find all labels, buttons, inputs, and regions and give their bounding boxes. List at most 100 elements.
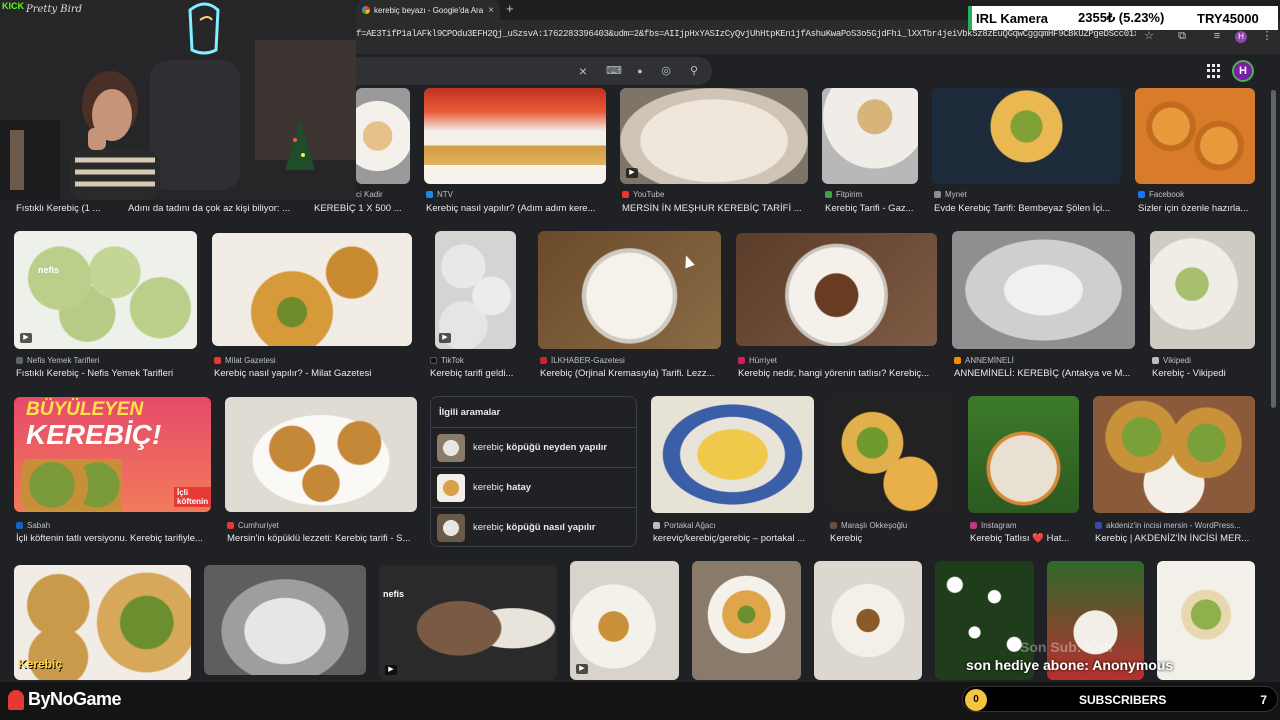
image-result[interactable]: ▶ — [570, 561, 679, 680]
wikipedia-favicon-icon — [1152, 357, 1159, 364]
source-favicon-icon — [16, 522, 23, 529]
source-favicon-icon — [934, 191, 941, 198]
result-source: ci Kadir — [356, 190, 383, 199]
source-favicon-icon — [214, 357, 221, 364]
banner-line2: KEREBİÇ! — [26, 419, 162, 450]
result-title[interactable]: Kerebiç — [830, 533, 955, 544]
result-source: Milat Gazetesi — [214, 356, 412, 365]
last-gift-sub-text: son hediye abone: Anonymous — [966, 657, 1174, 673]
search-icon[interactable]: ⚲ — [686, 63, 702, 79]
image-result[interactable] — [692, 561, 801, 680]
result-title[interactable]: Kerebiç nedir, hangi yörenin tatlısı? Ke… — [738, 368, 937, 379]
source-favicon-icon — [653, 522, 660, 529]
image-result[interactable] — [1150, 231, 1255, 349]
result-title[interactable]: İçli köftenin tatlı versiyonu. Kerebiç t… — [16, 533, 211, 544]
food-illustration — [22, 459, 122, 511]
sub-goal: 7 — [1260, 693, 1267, 707]
menu-dots-icon[interactable]: ⋮ — [1260, 29, 1274, 43]
image-result[interactable] — [968, 396, 1079, 513]
result-title[interactable]: Kerebiç Tatlısı ❤️ Hat... — [970, 533, 1079, 544]
related-search-label: kerebiç hatay — [473, 482, 532, 493]
video-play-icon: ▶ — [626, 168, 638, 178]
image-result[interactable] — [822, 88, 918, 184]
new-tab-button[interactable]: + — [506, 1, 514, 16]
result-source: Nefis Yemek Tarifleri — [16, 356, 197, 365]
result-title[interactable]: kereviç/kerebiç/gerebiç – portakal ... — [653, 533, 814, 544]
tab-active[interactable]: kerebiç beyazı - Google'da Ara × — [356, 0, 500, 20]
result-title[interactable]: Mersin'in köpüklü lezzeti: Kerebiç tarif… — [227, 533, 417, 544]
result-source: akdeniz'in incisi mersin - WordPress... — [1095, 521, 1255, 530]
result-title[interactable]: Adını da tadını da çok az kişi biliyor: … — [128, 203, 300, 214]
image-result[interactable] — [204, 565, 366, 675]
image-result[interactable] — [424, 88, 606, 184]
image-result[interactable] — [1135, 88, 1255, 184]
image-result[interactable] — [828, 396, 955, 513]
image-result[interactable]: nefis ▶ — [379, 565, 557, 680]
image-result[interactable] — [538, 231, 721, 349]
result-title[interactable]: Kerebiç | AKDENİZ'İN İNCİSİ MER... — [1095, 533, 1255, 544]
result-title[interactable]: Kerebiç Tarifi - Gaz... — [825, 203, 918, 214]
image-result[interactable] — [952, 231, 1135, 349]
image-result[interactable]: Kerebiç — [14, 565, 191, 680]
image-result[interactable]: ▶ — [620, 88, 808, 184]
extensions-icon[interactable]: ⧉ — [1175, 29, 1189, 43]
mic-icon[interactable]: ● — [632, 63, 648, 79]
image-result[interactable] — [1093, 396, 1255, 513]
keyboard-icon[interactable]: ⌨ — [606, 63, 622, 79]
image-result[interactable] — [225, 397, 417, 512]
reading-list-icon[interactable]: ≡ — [1210, 29, 1224, 43]
result-title[interactable]: Sizler için özenle hazırla... — [1138, 203, 1255, 214]
image-result[interactable] — [814, 561, 922, 680]
sub-label: SUBSCRIBERS — [1079, 693, 1167, 707]
result-title[interactable]: Kerebiç nasıl yapılır? - Milat Gazetesi — [214, 368, 412, 379]
wordpress-favicon-icon — [1095, 522, 1102, 529]
source-favicon-icon — [954, 357, 961, 364]
result-title[interactable]: Kerebiç - Vikipedi — [1152, 368, 1255, 379]
result-title[interactable]: Kerebiç (Orjinal Kremasıyla) Tarifi. Lez… — [540, 368, 721, 379]
related-search-item[interactable]: kerebiç köpüğü nasıl yapılır — [431, 507, 636, 547]
related-search-item[interactable]: kerebiç hatay — [431, 467, 636, 507]
result-source: Hürriyet — [738, 356, 937, 365]
result-title[interactable]: Fıstıklı Kerebiç - Nefis Yemek Tarifleri — [16, 368, 197, 379]
image-result[interactable]: BÜYÜLEYEN KEREBİÇ! İçli köftenin — [14, 397, 211, 512]
profile-avatar[interactable]: H — [1232, 60, 1254, 82]
lens-icon[interactable]: ◎ — [658, 63, 674, 79]
result-source: Mynet — [934, 190, 1121, 199]
image-result[interactable] — [212, 233, 412, 346]
address-bar-url[interactable]: f=AE3TifP1alAFkl9CPOdu3EFH2Qj_uSzsvA:176… — [356, 29, 1136, 45]
profile-avatar-small[interactable]: H — [1235, 31, 1247, 43]
result-title[interactable]: ANNEMİNELİ: KEREBİÇ (Antakya ve M... — [954, 368, 1135, 379]
related-search-item[interactable]: kerebiç köpüğü neyden yapılır — [431, 427, 636, 467]
source-favicon-icon — [227, 522, 234, 529]
page-scrollbar[interactable] — [1271, 90, 1276, 408]
clear-search-icon[interactable]: × — [575, 63, 591, 79]
bynogame-logo: ByNoGame — [8, 689, 122, 710]
result-title[interactable]: Kerebiç tarifi geldi... — [430, 368, 520, 379]
image-result[interactable] — [932, 88, 1121, 184]
image-result[interactable]: ▶ — [435, 231, 516, 349]
banner-line1: BÜYÜLEYEN — [26, 399, 144, 420]
youtube-favicon-icon — [622, 191, 629, 198]
result-title[interactable]: Fıstıklı Kerebiç (1 ... — [16, 203, 116, 214]
result-title[interactable]: MERSİN İN MEŞHUR KEREBİÇ TARİFİ ... — [622, 203, 808, 214]
image-result[interactable] — [356, 88, 410, 184]
related-search-label: kerebiç köpüğü neyden yapılır — [473, 442, 608, 453]
result-source: NTV — [426, 190, 606, 199]
result-source: ANNEMİNELİ — [954, 356, 1135, 365]
google-apps-icon[interactable] — [1207, 64, 1221, 78]
kick-logo: KICK — [2, 1, 24, 11]
image-result[interactable] — [736, 233, 937, 346]
tab-close-icon[interactable]: × — [488, 5, 494, 16]
image-result[interactable]: nefis ▶ — [14, 231, 197, 349]
related-search-label: kerebiç köpüğü nasıl yapılır — [473, 522, 596, 533]
result-title[interactable]: KEREBİÇ 1 X 500 ... — [314, 203, 410, 214]
bookmark-star-icon[interactable]: ☆ — [1142, 29, 1156, 43]
tab-title: kerebiç beyazı - Google'da Ara — [374, 5, 484, 15]
video-play-icon: ▶ — [576, 664, 588, 674]
facebook-favicon-icon — [1138, 191, 1145, 198]
image-result[interactable] — [651, 396, 814, 513]
result-title[interactable]: Kerebiç nasıl yapılır? (Adım adım kere..… — [426, 203, 606, 214]
result-source: TikTok — [430, 356, 520, 365]
result-title[interactable]: Evde Kerebiç Tarifi: Bembeyaz Şölen İçi.… — [934, 203, 1121, 214]
subscriber-goal-bar: 0 SUBSCRIBERS 7 — [962, 686, 1278, 712]
